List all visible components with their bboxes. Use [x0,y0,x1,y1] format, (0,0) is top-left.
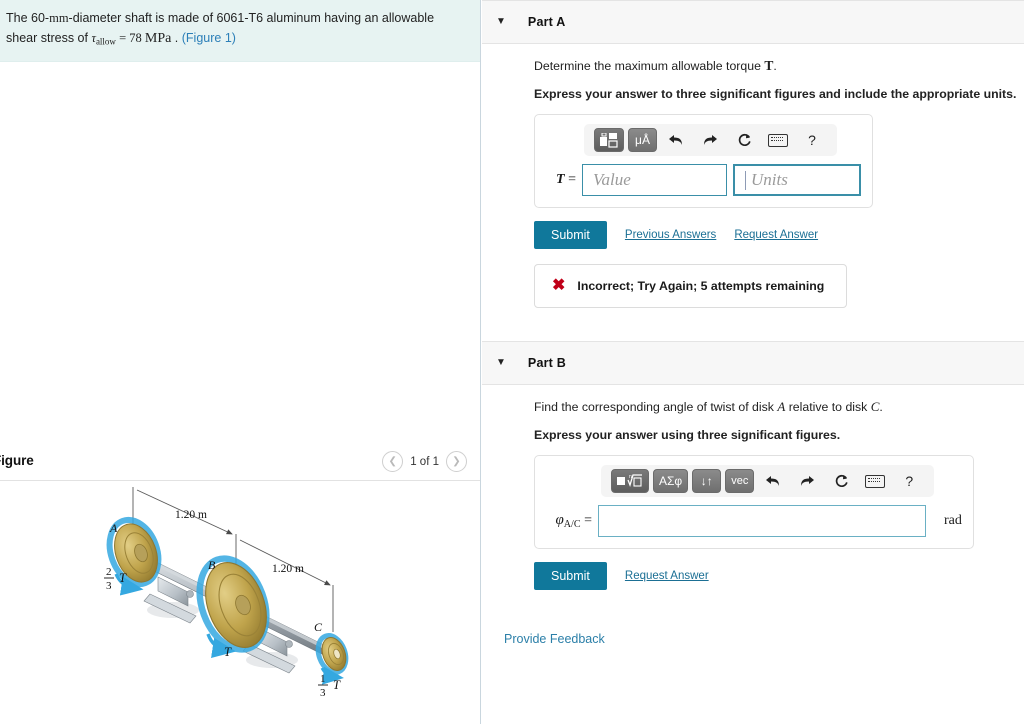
help-icon[interactable]: ? [896,469,922,493]
figure-counter: 1 of 1 [410,455,439,468]
part-b-body: Find the corresponding angle of twist of… [482,385,1024,590]
keyboard-icon[interactable] [862,469,888,493]
part-a-prompt-tail: . [773,59,777,73]
value-placeholder: Value [593,170,631,189]
chevron-left-icon[interactable]: ❮ [382,451,404,472]
part-a-instruction: Express your answer to three significant… [534,87,1017,101]
svg-text:T: T [119,571,127,585]
dimension-label-1: 1.20 m [175,509,207,521]
reset-icon[interactable] [828,469,854,493]
part-a-math-toolbar: μÅ ? [584,124,837,156]
dimension-label-2: 1.20 m [272,563,304,575]
undo-icon[interactable] [760,469,786,493]
collapse-caret-icon[interactable]: ▼ [496,358,506,368]
part-b-prompt-text: Find the corresponding angle of twist of… [534,400,778,414]
part-b-actions: Submit Request Answer [534,562,1024,590]
vector-icon[interactable]: vec [725,469,755,493]
figure-diagram: 1.20 m 1.20 m A 2 3 T B T C 1 3 T [0,482,480,724]
unit-suffix-rad: rad [944,513,962,528]
svg-text:T: T [333,678,341,692]
figure-1-link[interactable]: (Figure 1) [182,31,236,45]
torque-b-label: T [224,645,232,659]
provide-feedback-link[interactable]: Provide Feedback [504,632,1024,646]
disk-a-label: A [109,521,118,535]
error-x-icon: ✖ [552,277,566,294]
part-a-input-row: T = Value Units [546,164,861,196]
chevron-right-icon[interactable]: ❯ [446,451,467,472]
problem-unit-mpa: MPa [144,31,172,47]
request-answer-link[interactable]: Request Answer [625,570,709,582]
keyboard-icon[interactable] [765,128,791,152]
part-b-submit-button[interactable]: Submit [534,562,607,590]
part-a-prompt: Determine the maximum allowable torque T… [534,58,1024,74]
redo-icon[interactable] [697,128,723,152]
problem-text-1: The 60- [6,11,50,25]
svg-text:3: 3 [320,687,326,699]
part-a-actions: Submit Previous Answers Request Answer [534,221,1024,249]
part-b-prompt-mid: relative to disk [785,400,871,414]
figure-header: Figure ❮ 1 of 1 ❯ [0,449,480,481]
disk-b-label: B [208,558,216,572]
reset-icon[interactable] [731,128,757,152]
part-b-prompt-tail: . [879,400,883,414]
units-input[interactable]: Units [733,164,861,196]
collapse-caret-icon[interactable]: ▼ [496,17,506,27]
part-a-equation-label: T = [556,172,576,187]
problem-period: . [171,31,182,46]
svg-text:1: 1 [320,673,326,685]
part-a-submit-button[interactable]: Submit [534,221,607,249]
arrows-updown-icon[interactable]: ↓↑ [692,469,722,493]
disk-c [315,633,349,685]
units-placeholder: Units [751,170,788,189]
shaft-diagram-svg: 1.20 m 1.20 m A 2 3 T B T C 1 3 T [104,487,349,699]
disk-c-label: C [314,620,323,634]
page-root: The 60-mm-diameter shaft is made of 6061… [0,0,1024,724]
help-icon[interactable]: ? [799,128,825,152]
problem-unit-mm: mm [49,11,69,25]
part-a-prompt-text: Determine the maximum allowable torque [534,59,765,73]
part-a-prompt-symbol: T [764,58,774,73]
part-b-instruction: Express your answer using three signific… [534,428,841,442]
part-b-equation-label: φA/C = [555,512,592,530]
part-b-prompt: Find the corresponding angle of twist of… [534,399,1024,415]
part-b-input-row: φA/C = rad [546,505,962,537]
figure-title: Figure [0,453,34,468]
request-answer-link[interactable]: Request Answer [734,229,818,241]
part-b-answer-card: n ΑΣφ ↓↑ vec ? φA/C = rad [534,455,974,549]
undo-icon[interactable] [663,128,689,152]
angle-answer-input[interactable] [598,505,926,537]
part-a-answer-card: μÅ ? T = Value Units [534,114,873,208]
template-root-icon[interactable]: n [611,469,649,493]
left-panel: The 60-mm-diameter shaft is made of 6061… [0,0,481,724]
previous-answers-link[interactable]: Previous Answers [625,229,716,241]
feedback-message: Incorrect; Try Again; 5 attempts remaini… [577,279,825,293]
svg-text:3: 3 [106,580,112,592]
value-input[interactable]: Value [582,164,727,196]
part-b-header[interactable]: ▼ Part B [482,341,1024,385]
template-blocks-icon[interactable] [594,128,624,152]
problem-statement: The 60-mm-diameter shaft is made of 6061… [0,0,480,63]
part-b-math-toolbar: n ΑΣφ ↓↑ vec ? [601,465,935,497]
svg-text:n: n [629,474,632,480]
part-a-header[interactable]: ▼ Part A [482,0,1024,44]
greek-symbols-icon[interactable]: ΑΣφ [653,469,689,493]
text-cursor [745,170,746,190]
tau-subscript: allow [95,36,116,47]
part-a-feedback-box: ✖ Incorrect; Try Again; 5 attempts remai… [534,264,848,308]
problem-value: = 78 [115,31,145,46]
figure-navigation: ❮ 1 of 1 ❯ [382,451,467,472]
right-panel: ▼ Part A Determine the maximum allowable… [482,0,1024,724]
svg-text:2: 2 [106,566,112,578]
redo-icon[interactable] [794,469,820,493]
part-b-label: Part B [527,356,566,370]
micro-angstrom-units-icon[interactable]: μÅ [628,128,657,152]
part-a-body: Determine the maximum allowable torque T… [482,44,1024,308]
part-a-label: Part A [527,15,566,29]
